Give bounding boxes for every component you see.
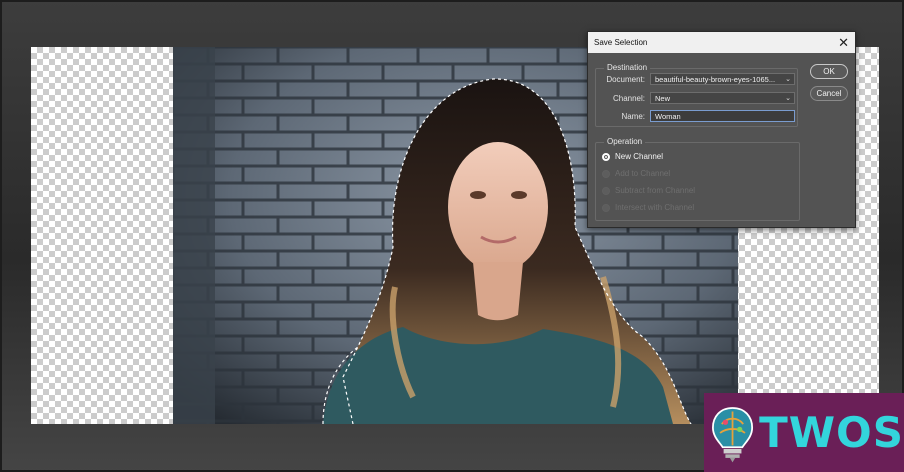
radio-label: New Channel bbox=[615, 152, 664, 161]
close-icon[interactable]: ✕ bbox=[838, 36, 849, 49]
channel-row: Channel: New ⌄ bbox=[595, 92, 795, 104]
radio-label: Intersect with Channel bbox=[615, 203, 695, 212]
name-row: Name: Woman bbox=[595, 110, 795, 122]
cancel-button[interactable]: Cancel bbox=[810, 86, 848, 101]
radio-selected-icon bbox=[602, 152, 610, 161]
twos-watermark: TWOS bbox=[704, 393, 904, 472]
document-select-value: beautiful-beauty-brown-eyes-1065... bbox=[655, 74, 776, 84]
name-input[interactable]: Woman bbox=[650, 110, 795, 122]
logo-text: TWOS bbox=[759, 408, 904, 457]
document-select[interactable]: beautiful-beauty-brown-eyes-1065... ⌄ bbox=[650, 73, 795, 85]
save-selection-dialog[interactable]: Save Selection ✕ Destination Document: b… bbox=[587, 31, 856, 228]
name-label: Name: bbox=[621, 111, 645, 121]
radio-add-to-channel[interactable]: Add to Channel bbox=[602, 169, 670, 178]
document-row: Document: beautiful-beauty-brown-eyes-10… bbox=[595, 73, 795, 85]
dialog-title: Save Selection bbox=[594, 38, 648, 47]
chevron-down-icon: ⌄ bbox=[785, 95, 791, 102]
radio-label: Subtract from Channel bbox=[615, 186, 696, 195]
radio-new-channel[interactable]: New Channel bbox=[602, 152, 663, 161]
ok-button[interactable]: OK bbox=[810, 64, 848, 79]
chevron-down-icon: ⌄ bbox=[785, 76, 791, 83]
channel-label: Channel: bbox=[612, 93, 645, 103]
operation-legend: Operation bbox=[604, 137, 646, 146]
radio-unselected-icon bbox=[602, 203, 610, 212]
lightbulb-brain-icon bbox=[712, 407, 754, 463]
channel-select-value: New bbox=[655, 93, 671, 103]
destination-legend: Destination bbox=[604, 63, 651, 72]
name-input-value: Woman bbox=[655, 111, 681, 121]
channel-select[interactable]: New ⌄ bbox=[650, 92, 795, 104]
radio-label: Add to Channel bbox=[615, 169, 671, 178]
dialog-titlebar[interactable]: Save Selection ✕ bbox=[588, 32, 855, 53]
radio-unselected-icon bbox=[602, 186, 610, 195]
document-label: Document: bbox=[606, 74, 645, 84]
radio-unselected-icon bbox=[602, 169, 610, 178]
radio-subtract-from-channel[interactable]: Subtract from Channel bbox=[602, 186, 695, 195]
radio-intersect-with-channel[interactable]: Intersect with Channel bbox=[602, 203, 694, 212]
